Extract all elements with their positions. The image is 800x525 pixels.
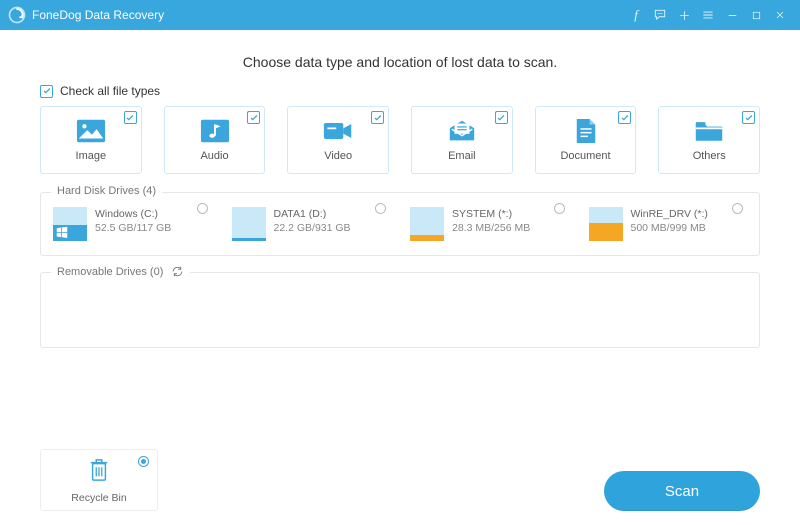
titlebar: FoneDog Data Recovery f xyxy=(0,0,800,30)
type-label: Audio xyxy=(200,150,228,162)
drive-icon xyxy=(232,207,266,241)
check-icon xyxy=(124,111,137,124)
recycle-label: Recycle Bin xyxy=(71,492,126,504)
check-all-label: Check all file types xyxy=(60,84,160,98)
radio-icon xyxy=(197,203,208,214)
refresh-button[interactable] xyxy=(171,265,184,278)
feedback-button[interactable] xyxy=(648,3,672,27)
check-icon xyxy=(40,85,53,98)
check-icon xyxy=(247,111,260,124)
section-legend: Hard Disk Drives (4) xyxy=(51,185,162,197)
audio-icon xyxy=(200,118,230,144)
type-document[interactable]: Document xyxy=(535,106,637,174)
drive-icon xyxy=(410,207,444,241)
facebook-button[interactable]: f xyxy=(624,3,648,27)
drive-name: SYSTEM (*:) xyxy=(452,208,530,220)
drive-size: 28.3 MB/256 MB xyxy=(452,222,530,234)
check-icon xyxy=(371,111,384,124)
drive-item[interactable]: WinRE_DRV (*:) 500 MB/999 MB xyxy=(589,207,748,241)
filetype-grid: Image Audio Video Email xyxy=(40,106,760,174)
drive-size: 52.5 GB/117 GB xyxy=(95,222,171,234)
hard-disk-section: Hard Disk Drives (4) Windows (C:) 52.5 G… xyxy=(40,192,760,256)
menu-button[interactable] xyxy=(696,3,720,27)
drive-item[interactable]: Windows (C:) 52.5 GB/117 GB xyxy=(53,207,212,241)
logo: FoneDog Data Recovery xyxy=(8,6,164,24)
drive-icon xyxy=(53,207,87,241)
add-button[interactable] xyxy=(672,3,696,27)
check-icon xyxy=(742,111,755,124)
app-title: FoneDog Data Recovery xyxy=(32,8,164,22)
type-label: Document xyxy=(560,150,610,162)
document-icon xyxy=(571,118,601,144)
check-icon xyxy=(495,111,508,124)
removable-section: Removable Drives (0) xyxy=(40,272,760,348)
trash-icon xyxy=(88,457,110,488)
drive-name: Windows (C:) xyxy=(95,208,171,220)
app-logo-icon xyxy=(8,6,26,24)
page-heading: Choose data type and location of lost da… xyxy=(40,54,760,70)
radio-icon xyxy=(554,203,565,214)
video-icon xyxy=(323,118,353,144)
radio-icon xyxy=(375,203,386,214)
type-label: Image xyxy=(76,150,107,162)
type-email[interactable]: Email xyxy=(411,106,513,174)
drive-size: 500 MB/999 MB xyxy=(631,222,708,234)
check-all-toggle[interactable]: Check all file types xyxy=(40,84,760,98)
type-image[interactable]: Image xyxy=(40,106,142,174)
type-label: Video xyxy=(324,150,352,162)
recycle-bin-item[interactable]: Recycle Bin xyxy=(40,449,158,511)
windows-icon xyxy=(56,226,68,238)
type-label: Others xyxy=(693,150,726,162)
drive-name: WinRE_DRV (*:) xyxy=(631,208,708,220)
type-video[interactable]: Video xyxy=(287,106,389,174)
close-button[interactable] xyxy=(768,3,792,27)
image-icon xyxy=(76,118,106,144)
drive-item[interactable]: DATA1 (D:) 22.2 GB/931 GB xyxy=(232,207,391,241)
folder-icon xyxy=(694,118,724,144)
minimize-button[interactable] xyxy=(720,3,744,27)
drive-name: DATA1 (D:) xyxy=(274,208,351,220)
radio-icon xyxy=(138,456,149,467)
type-label: Email xyxy=(448,150,476,162)
type-audio[interactable]: Audio xyxy=(164,106,266,174)
check-icon xyxy=(618,111,631,124)
email-icon xyxy=(447,118,477,144)
scan-button[interactable]: Scan xyxy=(604,471,760,511)
radio-icon xyxy=(732,203,743,214)
drive-icon xyxy=(589,207,623,241)
section-legend: Removable Drives (0) xyxy=(51,265,190,278)
drive-size: 22.2 GB/931 GB xyxy=(274,222,351,234)
drive-item[interactable]: SYSTEM (*:) 28.3 MB/256 MB xyxy=(410,207,569,241)
maximize-button[interactable] xyxy=(744,3,768,27)
type-others[interactable]: Others xyxy=(658,106,760,174)
